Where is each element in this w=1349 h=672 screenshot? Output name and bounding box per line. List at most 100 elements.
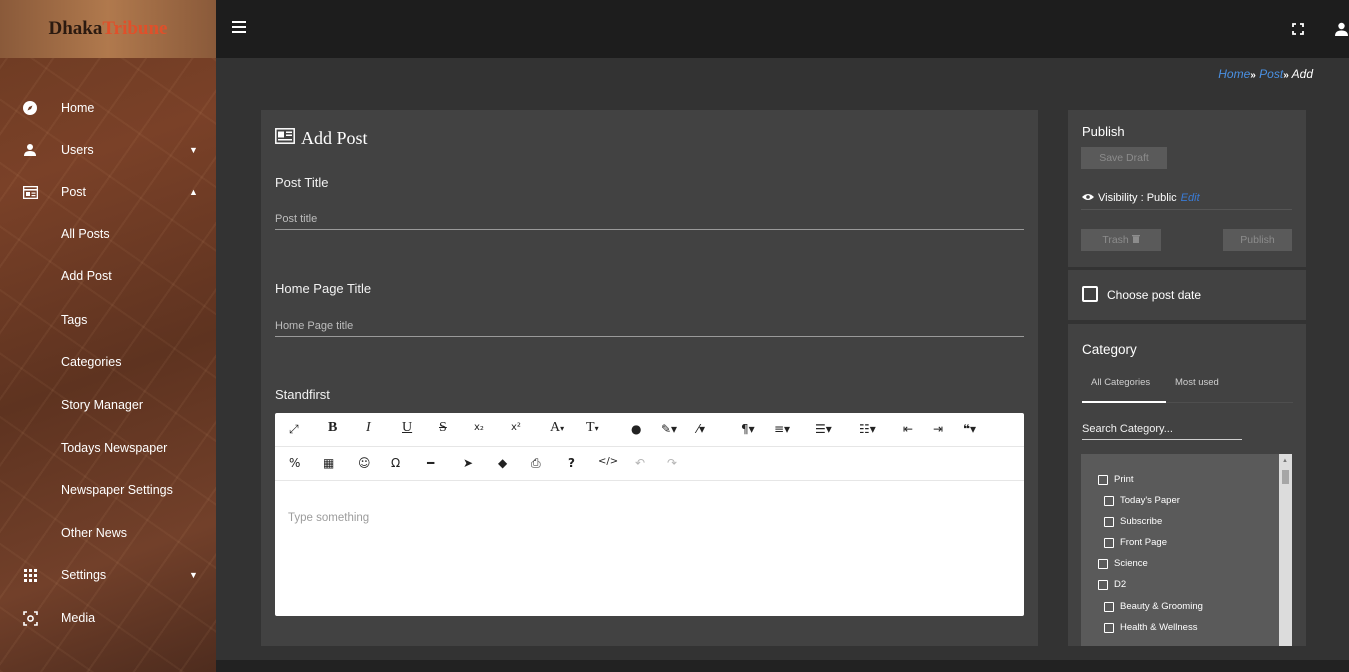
fullscreen-icon[interactable] — [1292, 22, 1304, 35]
subscript-button[interactable]: x₂ — [474, 422, 484, 438]
code-view-icon[interactable]: </> — [598, 456, 618, 472]
font-family-button[interactable]: T▾ — [586, 420, 599, 436]
category-label: Print — [1114, 474, 1134, 485]
link-icon[interactable]: % — [289, 456, 300, 472]
top-bar — [216, 0, 1349, 58]
sidebar-item-users[interactable]: Users ▼ — [0, 130, 216, 170]
breadcrumb-post-link[interactable]: Post — [1259, 67, 1283, 81]
category-item[interactable]: D2 — [1098, 579, 1126, 590]
italic-button[interactable]: I — [366, 420, 371, 436]
category-label: Beauty & Grooming — [1120, 601, 1203, 612]
save-draft-button[interactable]: Save Draft — [1081, 147, 1167, 169]
category-search-input[interactable] — [1082, 418, 1242, 440]
sidebar-item-label: Newspaper Settings — [61, 483, 173, 497]
tab-most-used[interactable]: Most used — [1175, 377, 1219, 388]
category-item[interactable]: Today's Paper — [1104, 495, 1180, 506]
special-char-icon[interactable]: Ω — [391, 456, 400, 472]
sidebar-subitem-newspaper-settings[interactable]: Newspaper Settings — [0, 470, 216, 510]
font-size-button[interactable]: A▾ — [550, 420, 564, 436]
choose-post-date-label: Choose post date — [1107, 288, 1202, 302]
horizontal-line-icon[interactable]: ━ — [427, 456, 434, 472]
hamburger-menu-icon[interactable] — [232, 21, 246, 35]
sidebar-subitem-other-news[interactable]: Other News — [0, 513, 216, 553]
undo-icon[interactable]: ↶ — [635, 456, 645, 472]
checkbox[interactable] — [1104, 622, 1114, 633]
page-title-text: Add Post — [301, 128, 368, 148]
bold-button[interactable]: B — [328, 420, 337, 436]
editor-toolbar-row-2: % ▦ ☺ Ω ━ ➤ ◆ ⎙ ? </> ↶ ↷ — [275, 447, 1024, 481]
sidebar-item-settings[interactable]: Settings ▼ — [0, 555, 216, 595]
checkbox[interactable] — [1104, 495, 1114, 506]
newspaper-icon — [275, 128, 295, 149]
category-item[interactable]: Print — [1098, 474, 1134, 485]
breadcrumb-separator: » — [1283, 70, 1289, 81]
category-item[interactable]: Beauty & Grooming — [1104, 601, 1203, 612]
ordered-list-icon[interactable]: ☰▾ — [815, 422, 832, 438]
checkbox[interactable] — [1104, 537, 1114, 548]
redo-icon[interactable]: ↷ — [667, 456, 677, 472]
sidebar-item-label: Settings — [61, 568, 107, 582]
print-icon[interactable]: ⎙ — [531, 456, 541, 472]
trash-label: Trash — [1102, 234, 1129, 246]
category-label: Today's Paper — [1120, 495, 1180, 506]
checkbox[interactable] — [1098, 474, 1108, 485]
post-title-input[interactable] — [275, 208, 1024, 230]
sidebar-subitem-categories[interactable]: Categories — [0, 342, 216, 382]
strikethrough-button[interactable]: S — [439, 420, 447, 436]
editor-content-area[interactable]: Type something — [275, 483, 1024, 616]
checkbox[interactable] — [1104, 601, 1114, 612]
fullscreen-icon[interactable]: ⤢ — [289, 422, 299, 438]
sidebar-item-label: Media — [61, 611, 96, 625]
user-account-icon[interactable] — [1334, 22, 1349, 36]
paragraph-icon[interactable]: ¶▾ — [741, 422, 755, 438]
quote-icon[interactable]: ❝▾ — [963, 422, 976, 438]
sidebar-item-media[interactable]: Media — [0, 598, 216, 638]
visibility-edit-link[interactable]: Edit — [1181, 192, 1200, 204]
tab-all-categories[interactable]: All Categories — [1091, 377, 1150, 388]
text-color-drop-icon[interactable]: ● — [631, 422, 641, 438]
emoji-icon[interactable]: ☺ — [358, 456, 371, 472]
visibility-label: Visibility : Public — [1098, 192, 1177, 204]
indent-icon[interactable]: ⇥ — [933, 422, 943, 438]
table-icon[interactable]: ▦ — [323, 456, 334, 472]
eraser-icon[interactable]: ◆ — [498, 456, 507, 472]
category-item[interactable]: Science — [1098, 558, 1148, 569]
sidebar-item-home[interactable]: Home — [0, 88, 216, 128]
unordered-list-icon[interactable]: ☷▾ — [859, 422, 876, 438]
sidebar-item-post[interactable]: Post ▲ — [0, 172, 216, 212]
brand-name-part2: Tribune — [102, 18, 168, 39]
home-page-title-input[interactable] — [275, 315, 1024, 337]
outdent-icon[interactable]: ⇤ — [903, 422, 913, 438]
brand-logo[interactable]: Dhaka Tribune — [0, 0, 216, 58]
sidebar-subitem-add-post[interactable]: Add Post — [0, 256, 216, 296]
checkbox[interactable] — [1104, 516, 1114, 527]
category-item[interactable]: Subscribe — [1104, 516, 1162, 527]
eye-icon — [1082, 192, 1094, 204]
sidebar-subitem-tags[interactable]: Tags — [0, 300, 216, 340]
align-icon[interactable]: ≡▾ — [774, 422, 790, 438]
publish-panel: Publish Save Draft Visibility : Public E… — [1068, 110, 1306, 267]
sidebar-subitem-todays-newspaper[interactable]: Todays Newspaper — [0, 428, 216, 468]
category-item[interactable]: Front Page — [1104, 537, 1167, 548]
sidebar-item-label: Categories — [61, 355, 122, 369]
select-pointer-icon[interactable]: ➤ — [463, 456, 473, 472]
caret-down-icon: ▼ — [189, 145, 198, 155]
sidebar-subitem-story-manager[interactable]: Story Manager — [0, 385, 216, 425]
publish-button[interactable]: Publish — [1223, 229, 1292, 251]
camera-scan-icon — [22, 610, 38, 626]
scrollbar-thumb[interactable] — [1282, 470, 1289, 484]
category-item[interactable]: Health & Wellness — [1104, 622, 1197, 633]
magic-wand-icon[interactable]: ⁄▾ — [697, 422, 705, 438]
category-scrollbar[interactable]: ▲ — [1279, 454, 1292, 646]
trash-button[interactable]: Trash — [1081, 229, 1161, 251]
sidebar-subitem-all-posts[interactable]: All Posts — [0, 214, 216, 254]
choose-post-date-checkbox[interactable] — [1082, 286, 1098, 302]
help-icon[interactable]: ? — [568, 456, 575, 472]
checkbox[interactable] — [1098, 558, 1108, 569]
superscript-button[interactable]: x² — [511, 422, 521, 438]
checkbox[interactable] — [1098, 579, 1108, 590]
highlighter-icon[interactable]: ✎▾ — [661, 422, 677, 438]
breadcrumb-home-link[interactable]: Home — [1218, 67, 1250, 81]
scroll-up-arrow-icon[interactable]: ▲ — [1282, 458, 1288, 464]
underline-button[interactable]: U — [402, 420, 412, 436]
